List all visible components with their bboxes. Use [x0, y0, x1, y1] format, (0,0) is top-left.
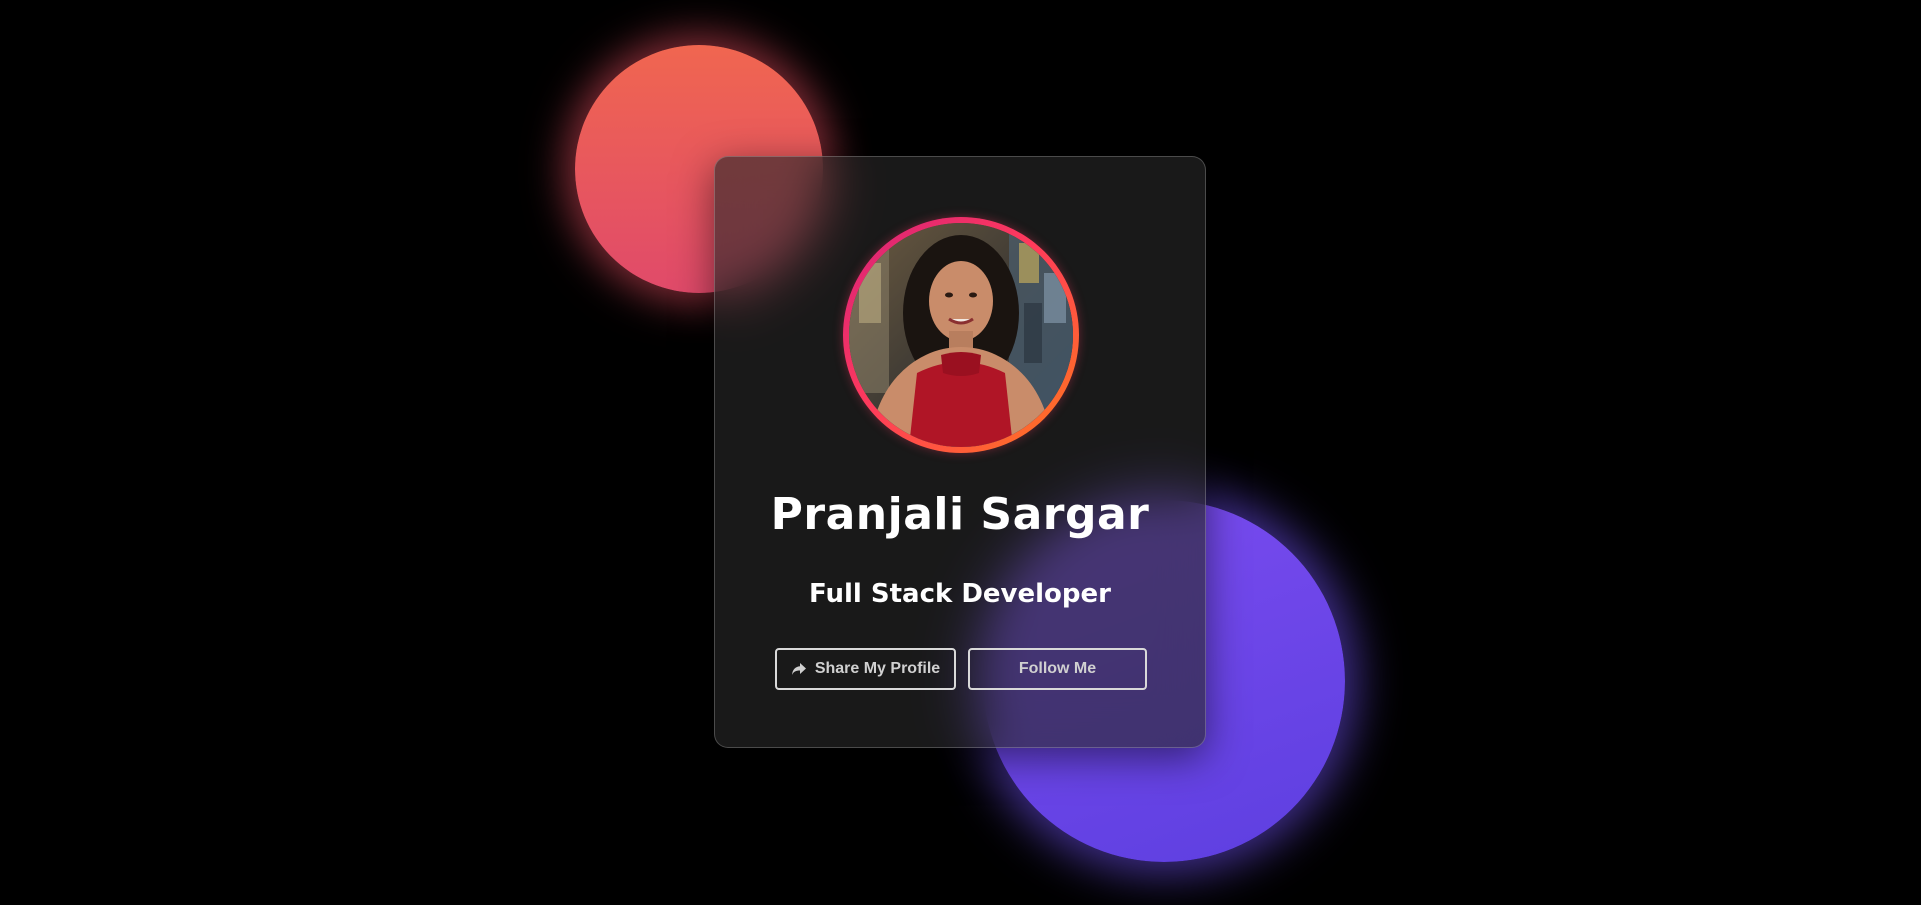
follow-button-label: Follow Me: [1018, 660, 1097, 677]
share-arrow-icon: [791, 663, 806, 675]
follow-button[interactable]: Follow Me: [968, 648, 1147, 690]
avatar-photo: [849, 223, 1073, 447]
share-button-label: Share My Profile: [814, 660, 941, 677]
page-background: Pranjali Sargar Full Stack Developer Sha…: [0, 0, 1921, 905]
avatar: [849, 223, 1073, 447]
profile-name: Pranjali Sargar: [770, 489, 1150, 540]
share-profile-button[interactable]: Share My Profile: [775, 648, 956, 690]
profile-role: Full Stack Developer: [809, 579, 1111, 609]
avatar-ring: [843, 217, 1079, 453]
profile-card: Pranjali Sargar Full Stack Developer Sha…: [714, 156, 1206, 748]
